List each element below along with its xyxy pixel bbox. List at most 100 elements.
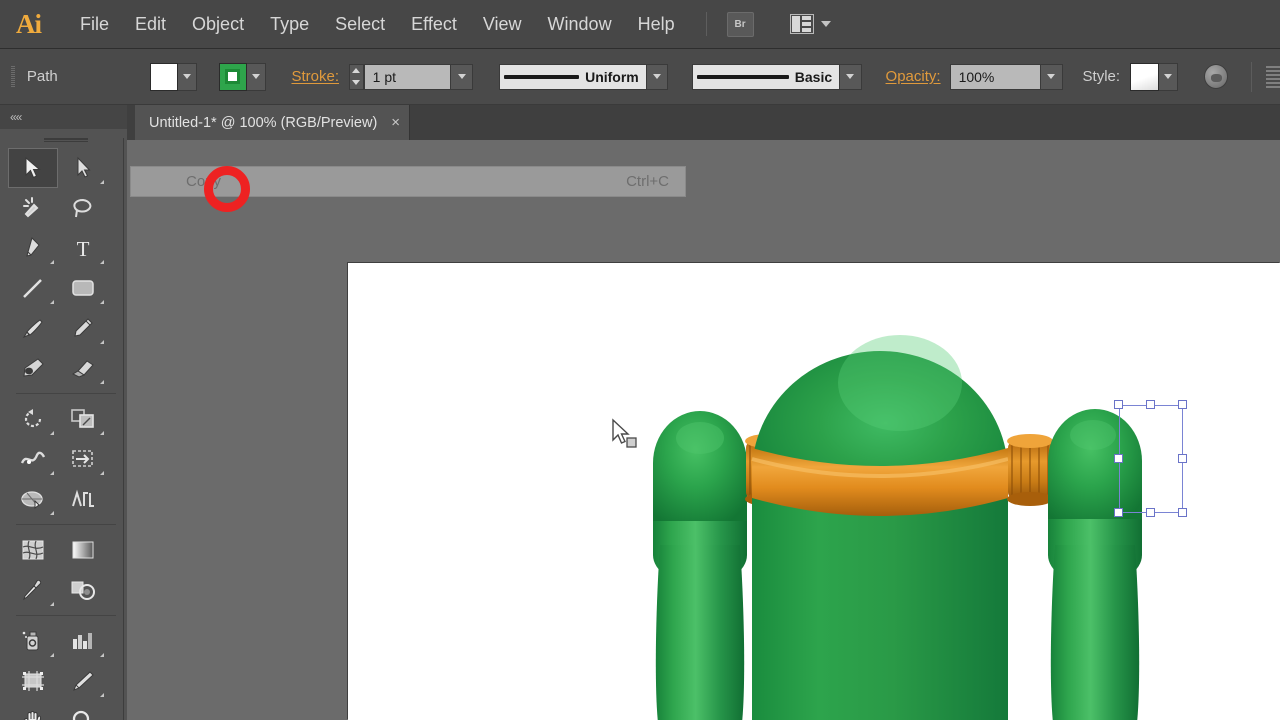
width-tool[interactable]: [8, 439, 58, 479]
tool-flyout-indicator[interactable]: [100, 180, 104, 184]
tools-panel-collapse-icon[interactable]: ««: [0, 105, 127, 129]
tool-flyout-indicator[interactable]: [100, 380, 104, 384]
tool-flyout-indicator[interactable]: [50, 471, 54, 475]
width-profile-preview-icon: [503, 74, 580, 79]
rotate-tool[interactable]: [8, 399, 58, 439]
stroke-label[interactable]: Stroke:: [292, 68, 340, 85]
tool-flyout-indicator[interactable]: [50, 431, 54, 435]
opacity-input[interactable]: 100%: [949, 63, 1042, 90]
menu-type[interactable]: Type: [257, 10, 322, 39]
android-robot-artwork[interactable]: [348, 263, 1280, 720]
graphic-style-swatch[interactable]: [1130, 62, 1160, 91]
perspective-grid-tool[interactable]: [8, 479, 58, 519]
gradient-tool[interactable]: [58, 530, 108, 570]
artboard[interactable]: [348, 263, 1280, 720]
eyedropper-tool[interactable]: [8, 570, 58, 610]
stroke-swatch[interactable]: [218, 62, 247, 91]
opacity-dropdown-button[interactable]: [1041, 63, 1063, 90]
paintbrush-tool[interactable]: [8, 308, 58, 348]
opacity-label[interactable]: Opacity:: [886, 68, 941, 85]
brush-definition-dropdown-button[interactable]: [840, 63, 862, 90]
menu-window[interactable]: Window: [535, 10, 625, 39]
tool-flyout-indicator[interactable]: [100, 340, 104, 344]
blend-tool[interactable]: [58, 570, 108, 610]
scale-tool[interactable]: [58, 399, 108, 439]
stroke-swatch-group[interactable]: [218, 62, 266, 91]
menu-help[interactable]: Help: [625, 10, 688, 39]
canvas-area[interactable]: [127, 140, 1280, 720]
tool-flyout-indicator[interactable]: [50, 511, 54, 515]
type-tool[interactable]: T: [58, 228, 108, 268]
stroke-weight-input[interactable]: 1 pt: [363, 63, 452, 90]
pen-tool[interactable]: [8, 228, 58, 268]
android-robot-svg: [653, 335, 1142, 720]
artboard-tool[interactable]: [8, 661, 58, 701]
tool-flyout-indicator[interactable]: [50, 653, 54, 657]
brush-definition-select[interactable]: Basic: [692, 63, 841, 90]
tool-flyout-indicator[interactable]: [100, 693, 104, 697]
stroke-weight-dropdown-button[interactable]: [451, 63, 473, 90]
tool-flyout-indicator[interactable]: [100, 260, 104, 264]
menu-object[interactable]: Object: [179, 10, 257, 39]
tools-divider: [15, 615, 116, 616]
tools-divider: [15, 393, 116, 394]
menu-edit[interactable]: Edit: [122, 10, 179, 39]
lasso-tool[interactable]: [58, 188, 108, 228]
mesh-tool[interactable]: [8, 530, 58, 570]
tool-flyout-indicator[interactable]: [100, 471, 104, 475]
hand-tool[interactable]: [8, 701, 58, 720]
tool-flyout-indicator[interactable]: [50, 602, 54, 606]
menu-effect[interactable]: Effect: [398, 10, 470, 39]
symbol-sprayer-tool[interactable]: [8, 621, 58, 661]
tool-flyout-indicator[interactable]: [50, 260, 54, 264]
menu-view[interactable]: View: [470, 10, 535, 39]
control-bar-grip[interactable]: [11, 65, 15, 88]
tools-panel-grip[interactable]: [43, 138, 88, 142]
recolor-artwork-icon[interactable]: [1204, 64, 1229, 89]
graphic-style-group[interactable]: [1130, 62, 1179, 91]
stepper-up-icon[interactable]: [352, 68, 361, 73]
menu-file[interactable]: File: [67, 10, 122, 39]
fill-dropdown-button[interactable]: [177, 62, 197, 91]
document-tab[interactable]: Untitled-1* @ 100% (RGB/Preview) ×: [135, 105, 411, 140]
tool-flyout-indicator[interactable]: [100, 653, 104, 657]
tool-flyout-indicator[interactable]: [50, 300, 54, 304]
direct-selection-tool[interactable]: [58, 148, 108, 188]
free-transform-tool[interactable]: [58, 479, 108, 519]
close-icon[interactable]: ×: [391, 115, 400, 130]
left-arm: [653, 411, 747, 720]
tool-flyout-indicator[interactable]: [100, 300, 104, 304]
blob-brush-tool[interactable]: [8, 348, 58, 388]
pencil-tool[interactable]: [58, 308, 108, 348]
eraser-tool[interactable]: [58, 348, 108, 388]
workspace-chevron-down-icon[interactable]: [820, 21, 831, 27]
stroke-dropdown-button[interactable]: [246, 62, 266, 91]
magic-wand-tool[interactable]: [8, 188, 58, 228]
stepper-down-icon[interactable]: [352, 80, 361, 85]
shape-builder-tool[interactable]: [58, 439, 108, 479]
fill-swatch-group[interactable]: [149, 62, 197, 91]
slice-tool[interactable]: [58, 661, 108, 701]
app-logo: Ai: [16, 8, 42, 39]
right-arm-selected: [1048, 409, 1142, 720]
brush-definition-value: Basic: [794, 68, 833, 85]
menu-bar: Ai File Edit Object Type Select Effect V…: [0, 0, 1280, 49]
graphic-style-dropdown-button[interactable]: [1159, 62, 1179, 91]
tool-flyout-indicator[interactable]: [100, 431, 104, 435]
workspace-switcher-icon[interactable]: [787, 12, 817, 36]
zoom-tool[interactable]: [58, 701, 108, 720]
width-profile-dropdown-button[interactable]: [646, 63, 669, 90]
bridge-icon[interactable]: Br: [726, 11, 754, 37]
control-bar-overflow-icon[interactable]: [1266, 65, 1280, 88]
selection-tool[interactable]: [8, 148, 58, 188]
chevron-down-icon: [457, 74, 466, 79]
brush-preview-icon: [697, 74, 789, 79]
fill-swatch[interactable]: [149, 62, 178, 91]
width-profile-select[interactable]: Uniform: [498, 63, 647, 90]
line-segment-tool[interactable]: [8, 268, 58, 308]
rectangle-tool[interactable]: [58, 268, 108, 308]
menu-select[interactable]: Select: [322, 10, 398, 39]
column-graph-tool[interactable]: [58, 621, 108, 661]
stroke-weight-stepper[interactable]: [349, 63, 364, 90]
control-bar: Path Stroke: 1 pt Uniform Basic Opacity:…: [0, 49, 1280, 105]
